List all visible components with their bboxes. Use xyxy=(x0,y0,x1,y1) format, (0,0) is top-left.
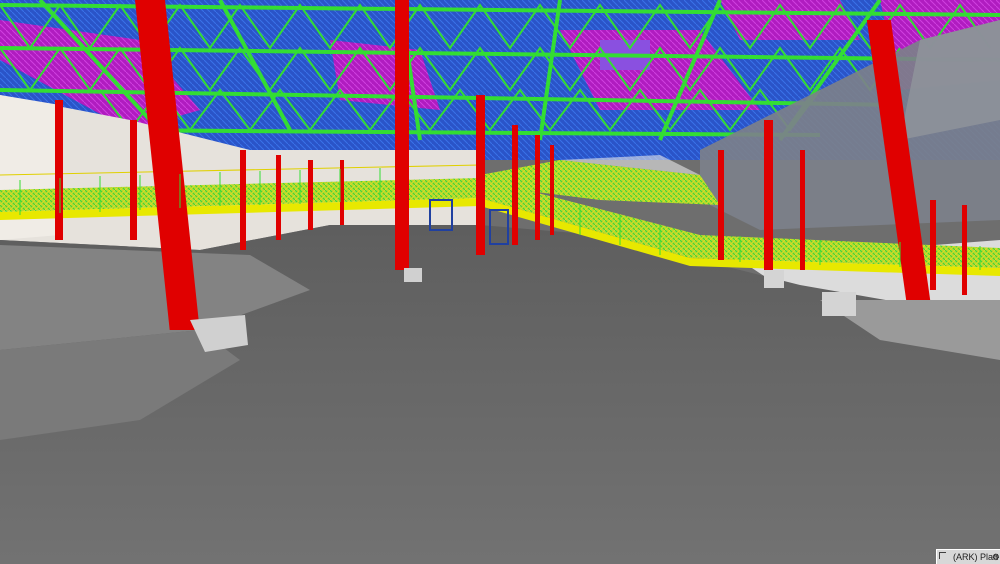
3d-viewport[interactable]: (ARK) Plan ⚙ xyxy=(0,0,1000,564)
settings-icon[interactable]: ⚙ xyxy=(992,550,1000,564)
view-corner-icon xyxy=(939,552,946,559)
3d-model-scene[interactable] xyxy=(0,0,1000,564)
view-status-bar: (ARK) Plan ⚙ xyxy=(936,549,1000,564)
column-center xyxy=(395,0,409,270)
